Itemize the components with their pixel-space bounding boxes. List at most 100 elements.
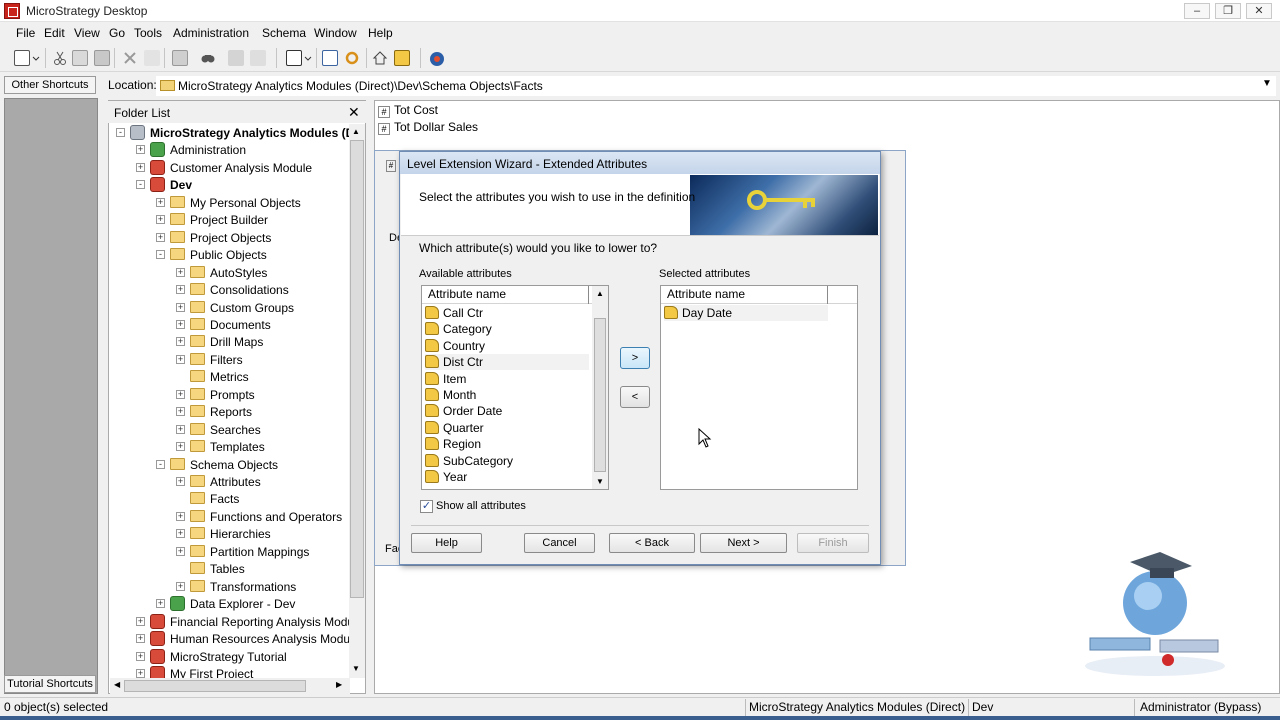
chevron-up-icon[interactable]: ▲ [596, 289, 604, 298]
view-list-icon[interactable] [286, 50, 302, 66]
expand-icon[interactable]: + [176, 442, 185, 452]
other-shortcuts-button[interactable]: Other Shortcuts [4, 76, 96, 94]
attribute-item[interactable]: Call Ctr [425, 305, 589, 321]
tree-node[interactable]: + Partition Mappings [110, 544, 350, 561]
up-folder-icon[interactable] [394, 50, 410, 66]
collapse-icon[interactable]: - [156, 250, 165, 260]
attribute-item[interactable]: Month [425, 387, 589, 403]
tree-node[interactable]: + Documents [110, 317, 350, 334]
expand-icon[interactable]: + [156, 197, 165, 207]
expand-icon[interactable]: + [136, 162, 145, 172]
find-icon[interactable] [200, 50, 216, 66]
menu-schema[interactable]: Schema [262, 26, 306, 40]
paste-icon[interactable] [94, 50, 110, 66]
collapse-icon[interactable]: - [156, 459, 165, 469]
expand-icon[interactable]: + [176, 581, 185, 591]
attribute-item[interactable]: Country [425, 338, 589, 354]
cancel-button[interactable]: Cancel [524, 533, 595, 553]
tree-node[interactable]: + Custom Groups [110, 300, 350, 317]
expand-icon[interactable]: + [156, 215, 165, 225]
tree-node[interactable]: + Data Explorer - Dev [110, 596, 350, 613]
attribute-item[interactable]: Dist Ctr [425, 354, 589, 371]
menu-edit[interactable]: Edit [44, 26, 65, 40]
expand-icon[interactable]: + [176, 407, 185, 417]
list-item[interactable]: # Tot Cost [378, 103, 438, 119]
expand-icon[interactable]: + [176, 546, 185, 556]
expand-icon[interactable]: + [156, 232, 165, 242]
rename-icon[interactable] [144, 50, 160, 66]
tree-node[interactable]: + My Personal Objects [110, 195, 350, 212]
tree-node[interactable]: + Project Objects [110, 230, 350, 247]
attribute-item[interactable]: Year [425, 469, 589, 485]
connect-icon[interactable] [428, 50, 444, 66]
tree-node[interactable]: Metrics [110, 369, 350, 386]
expand-icon[interactable]: + [176, 337, 185, 347]
tree-node[interactable]: Facts [110, 491, 350, 508]
help-button[interactable]: Help [411, 533, 482, 553]
expand-icon[interactable]: + [176, 389, 185, 399]
tree-node[interactable]: + Hierarchies [110, 526, 350, 543]
tree-node[interactable]: + AutoStyles [110, 265, 350, 282]
expand-icon[interactable]: + [136, 616, 145, 626]
attribute-item[interactable]: SubCategory [425, 453, 589, 469]
close-icon[interactable]: ✕ [348, 104, 360, 121]
expand-icon[interactable]: + [176, 354, 185, 364]
copy-icon[interactable] [72, 50, 88, 66]
expand-icon[interactable]: + [176, 529, 185, 539]
tree-node[interactable]: - Schema Objects [110, 457, 350, 474]
minimize-button[interactable]: – [1184, 3, 1210, 19]
scrollbar-thumb[interactable] [594, 318, 606, 472]
attribute-item[interactable]: Order Date [425, 403, 589, 419]
chevron-down-icon[interactable]: ▼ [1262, 78, 1272, 89]
new-object-icon[interactable] [14, 50, 30, 66]
tree-node[interactable]: + Drill Maps [110, 334, 350, 351]
chevron-up-icon[interactable]: ▲ [352, 127, 360, 136]
chevron-right-icon[interactable]: ▶ [336, 680, 342, 689]
remove-attribute-button[interactable]: < [620, 386, 650, 408]
tree-node[interactable]: + Customer Analysis Module [110, 159, 350, 177]
tree-node[interactable]: Tables [110, 561, 350, 578]
attribute-item[interactable]: Day Date [664, 305, 828, 321]
next-button[interactable]: Next > [700, 533, 787, 553]
menu-help[interactable]: Help [368, 26, 393, 40]
expand-icon[interactable]: + [176, 302, 185, 312]
list-item[interactable]: # Tot Dollar Sales [378, 120, 478, 136]
expand-icon[interactable]: + [176, 511, 185, 521]
properties-icon[interactable] [172, 50, 188, 66]
tree-node[interactable]: + Reports [110, 404, 350, 421]
cut-icon[interactable] [52, 50, 68, 66]
details-icon[interactable] [322, 50, 338, 66]
expand-icon[interactable]: + [176, 424, 185, 434]
tutorial-shortcuts-button[interactable]: Tutorial Shortcuts [4, 675, 96, 693]
expand-icon[interactable]: + [176, 319, 185, 329]
scrollbar-thumb[interactable] [124, 680, 306, 692]
update-schema-icon[interactable] [250, 50, 266, 66]
collapse-icon[interactable]: - [116, 128, 125, 137]
tree-node[interactable]: + Human Resources Analysis Modu [110, 631, 350, 648]
column-header[interactable]: Attribute name [422, 286, 592, 304]
add-attribute-button[interactable]: > [620, 347, 650, 369]
tree-node[interactable]: + Attributes [110, 474, 350, 491]
tree-node[interactable]: + Templates [110, 439, 350, 456]
attribute-item[interactable]: Quarter [425, 420, 589, 436]
menu-administration[interactable]: Administration [173, 26, 249, 40]
tree-node[interactable]: + Prompts [110, 387, 350, 404]
show-all-checkbox[interactable]: ✓ [420, 500, 433, 513]
chevron-down-icon[interactable]: ▼ [596, 477, 604, 486]
tree-node[interactable]: + Searches [110, 422, 350, 439]
expand-icon[interactable]: + [136, 651, 145, 661]
expand-icon[interactable]: + [176, 477, 185, 486]
restore-button[interactable]: ❐ [1215, 3, 1241, 19]
chevron-down-icon[interactable]: ▼ [352, 664, 360, 673]
tree-node[interactable]: + Transformations [110, 579, 350, 596]
tree-node[interactable]: + Functions and Operators [110, 509, 350, 526]
chevron-down-icon[interactable] [32, 50, 40, 66]
tree-node[interactable]: + Project Builder [110, 212, 350, 229]
expand-icon[interactable]: + [156, 599, 165, 609]
tree-node[interactable]: + Filters [110, 352, 350, 369]
delete-icon[interactable] [122, 50, 138, 66]
tree-node[interactable]: + Consolidations [110, 282, 350, 299]
expand-icon[interactable]: + [176, 267, 185, 277]
expand-icon[interactable]: + [136, 634, 145, 644]
attribute-item[interactable]: Item [425, 371, 589, 387]
